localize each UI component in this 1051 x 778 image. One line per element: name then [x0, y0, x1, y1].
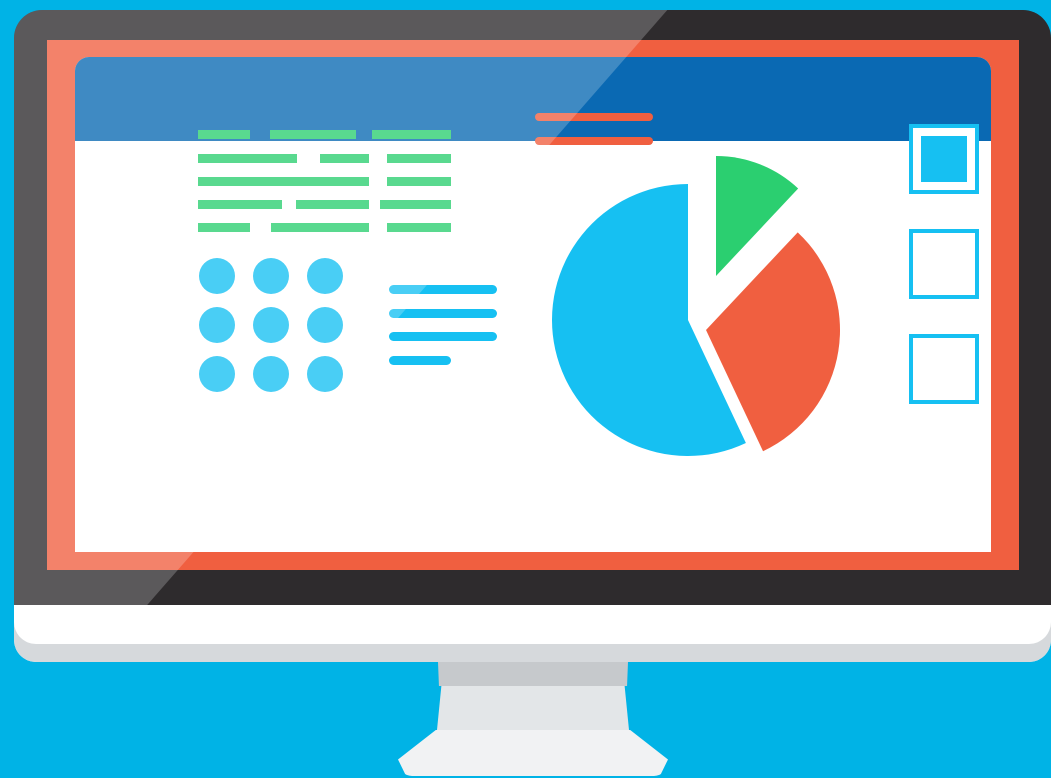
checkbox-icon[interactable] — [909, 334, 979, 404]
monitor-stand-shadow — [438, 662, 628, 686]
circle-icon — [253, 258, 289, 294]
list-line — [389, 309, 497, 318]
circle-icon — [199, 356, 235, 392]
text-line — [198, 130, 250, 139]
text-line — [198, 200, 282, 209]
text-line — [270, 130, 356, 139]
text-line — [296, 200, 369, 209]
text-line — [387, 223, 451, 232]
screen-header-bar — [75, 57, 991, 141]
text-line — [198, 223, 250, 232]
text-line — [372, 130, 451, 139]
text-line — [387, 177, 451, 186]
circle-icon — [307, 258, 343, 294]
circle-icon — [307, 307, 343, 343]
list-line — [389, 285, 497, 294]
monitor-chin — [14, 605, 1051, 662]
text-line — [271, 223, 369, 232]
circle-icon — [199, 307, 235, 343]
monitor-illustration — [0, 0, 1051, 778]
checkbox-fill — [921, 136, 967, 182]
circle-icon — [307, 356, 343, 392]
pie-chart — [552, 156, 840, 457]
text-line — [387, 154, 451, 163]
circle-icon — [253, 307, 289, 343]
checkbox-icon[interactable] — [909, 124, 979, 194]
text-line — [198, 154, 297, 163]
circle-icon — [199, 258, 235, 294]
text-line — [320, 154, 369, 163]
text-line — [198, 177, 369, 186]
monitor-stand-base — [398, 730, 668, 776]
list-line — [389, 356, 451, 365]
text-line — [380, 200, 451, 209]
list-line — [389, 332, 497, 341]
checkbox-icon[interactable] — [909, 229, 979, 299]
circle-icon — [253, 356, 289, 392]
